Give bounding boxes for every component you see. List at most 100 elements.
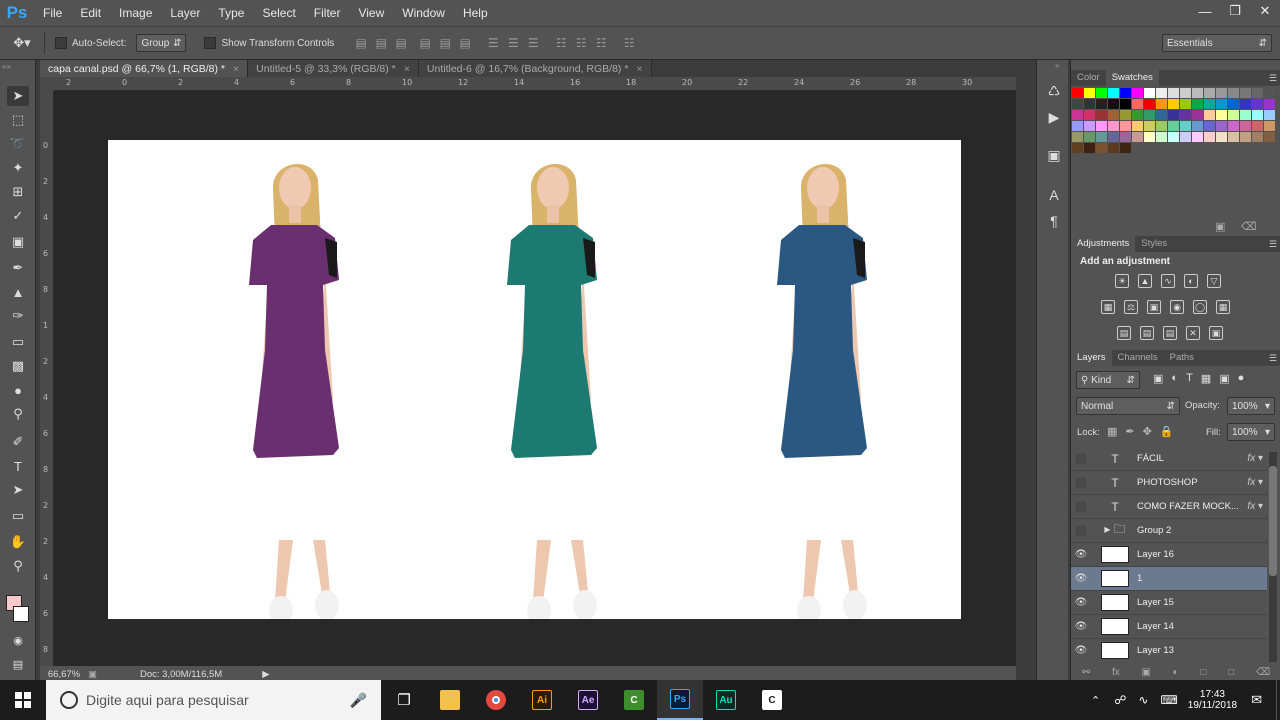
color-swatch[interactable] [1216, 132, 1227, 142]
color-swatch[interactable] [1252, 110, 1263, 120]
type-tool-icon[interactable]: T [7, 456, 29, 476]
task-view-button[interactable]: ❐ [381, 680, 427, 720]
color-swatch[interactable] [1192, 132, 1203, 142]
levels-icon[interactable]: ▲ [1138, 274, 1152, 288]
color-swatch[interactable] [1132, 110, 1143, 120]
fx-icon[interactable]: fx ▾ [1247, 477, 1263, 488]
menu-type[interactable]: Type [209, 0, 253, 26]
color-swatch[interactable] [1204, 88, 1215, 98]
blend-mode-dropdown[interactable]: Normal ⇵ [1076, 397, 1180, 415]
screen-mode-icon[interactable]: ▤ [7, 654, 29, 674]
restore-button[interactable]: ❐ [1220, 0, 1250, 22]
color-swatch[interactable] [1204, 121, 1215, 131]
color-swatch[interactable] [1084, 88, 1095, 98]
color-swatch[interactable] [1108, 99, 1119, 109]
color-swatch[interactable] [1228, 132, 1239, 142]
color-swatch[interactable] [1072, 99, 1083, 109]
color-swatch[interactable] [1144, 99, 1155, 109]
exposure-icon[interactable]: ◐ [1184, 274, 1198, 288]
color-swatch[interactable] [1096, 132, 1107, 142]
show-transform-checkbox[interactable] [204, 37, 217, 49]
new-group-icon[interactable]: □ [1200, 667, 1206, 678]
color-swatch[interactable] [1216, 110, 1227, 120]
history-brush-icon[interactable]: ✑ [7, 306, 29, 326]
color-swatch[interactable] [1192, 99, 1203, 109]
layer-row[interactable]: 👁 Layer 14 [1071, 615, 1267, 639]
rectangle-tool-icon[interactable]: ▭ [7, 506, 29, 526]
delete-layer-icon[interactable]: ⌫ [1256, 667, 1270, 678]
collapse-icon[interactable]: » [1055, 61, 1059, 70]
opacity-input[interactable]: 100% ▾ [1227, 397, 1275, 415]
filter-type-icon[interactable]: T [1186, 372, 1193, 385]
color-swatch[interactable] [1204, 110, 1215, 120]
selective-color-icon[interactable]: ✕ [1186, 326, 1200, 340]
close-button[interactable]: ✕ [1250, 0, 1280, 22]
close-tab-icon[interactable]: × [636, 63, 642, 75]
color-swatch[interactable] [1252, 121, 1263, 131]
status-menu-icon[interactable]: ▶ [262, 669, 269, 680]
color-swatch[interactable] [1252, 99, 1263, 109]
blur-tool-icon[interactable]: ● [7, 380, 29, 400]
color-swatch[interactable] [1180, 99, 1191, 109]
notification-icon[interactable]: ✉ [1251, 692, 1262, 708]
color-swatch[interactable] [1108, 88, 1119, 98]
minimize-button[interactable]: — [1190, 0, 1220, 22]
align-top-icon[interactable]: ▤ [354, 36, 368, 50]
document-canvas[interactable] [108, 140, 961, 619]
tab-swatches[interactable]: Swatches [1105, 70, 1159, 86]
magic-wand-icon[interactable]: ✦ [7, 158, 29, 178]
tab-layers[interactable]: Layers [1071, 350, 1112, 366]
color-swatch[interactable] [1180, 88, 1191, 98]
filter-smart-icon[interactable]: ▣ [1219, 372, 1229, 385]
marquee-tool-icon[interactable]: ⬚ [7, 110, 29, 130]
align-left-icon[interactable]: ▤ [418, 36, 432, 50]
align-vcenter-icon[interactable]: ▤ [374, 36, 388, 50]
color-swatch[interactable] [1084, 132, 1095, 142]
color-swatch[interactable] [1120, 143, 1131, 153]
tab-color[interactable]: Color [1071, 70, 1106, 86]
color-swatch[interactable] [1144, 132, 1155, 142]
close-tab-icon[interactable]: × [233, 63, 239, 75]
background-color-swatch[interactable] [13, 606, 29, 622]
color-swatch[interactable] [1204, 99, 1215, 109]
layer-row[interactable]: T COMO FAZER MOCK... fx ▾ [1071, 495, 1267, 519]
document-tab[interactable]: Untitled-5 @ 33,3% (RGB/8) * × [248, 60, 419, 77]
color-swatch[interactable] [1264, 121, 1275, 131]
panel-menu-icon[interactable]: ☰ [1269, 239, 1277, 250]
chrome-button[interactable] [473, 680, 519, 720]
eyedropper-icon[interactable]: ✓ [7, 206, 29, 226]
color-swatch[interactable] [1228, 99, 1239, 109]
character-panel-icon[interactable]: A [1045, 186, 1063, 204]
auto-align-icon[interactable]: ☷ [622, 36, 636, 50]
photo-filter-icon[interactable]: ◉ [1170, 300, 1184, 314]
clock[interactable]: 17:43 19/11/2018 [1188, 689, 1237, 711]
network-icon[interactable]: ☍ [1114, 693, 1126, 707]
color-swatch[interactable] [1180, 132, 1191, 142]
color-swatch[interactable] [1156, 99, 1167, 109]
invert-icon[interactable]: ▤ [1117, 326, 1131, 340]
color-swatch[interactable] [1168, 132, 1179, 142]
color-balance-icon[interactable]: ⚖ [1124, 300, 1138, 314]
new-swatch-icon[interactable]: ▣ [1215, 220, 1225, 233]
layer-style-icon[interactable]: fx [1112, 667, 1120, 678]
color-swatch[interactable] [1264, 99, 1275, 109]
fill-input[interactable]: 100% ▾ [1227, 423, 1275, 441]
actions-panel-icon[interactable]: ▶ [1045, 108, 1063, 126]
align-right-icon[interactable]: ▤ [458, 36, 472, 50]
color-swatch[interactable] [1120, 132, 1131, 142]
color-swatch[interactable] [1240, 88, 1251, 98]
audition-button[interactable]: Au [703, 680, 749, 720]
color-swatch[interactable] [1240, 110, 1251, 120]
gradient-tool-icon[interactable]: ▩ [7, 356, 29, 376]
color-swatch[interactable] [1228, 121, 1239, 131]
dodge-tool-icon[interactable]: ⚲ [7, 404, 29, 424]
properties-panel-icon[interactable]: ▣ [1045, 146, 1063, 164]
layer-mask-icon[interactable]: ▣ [1141, 667, 1150, 678]
color-swatch[interactable] [1120, 121, 1131, 131]
layer-row[interactable]: 👁 Layer 13 [1071, 639, 1267, 662]
gradient-map-icon[interactable]: ▣ [1209, 326, 1223, 340]
threshold-icon[interactable]: ▤ [1163, 326, 1177, 340]
after-effects-button[interactable]: Ae [565, 680, 611, 720]
swatches-grid[interactable] [1072, 88, 1275, 153]
start-button[interactable] [0, 680, 46, 720]
